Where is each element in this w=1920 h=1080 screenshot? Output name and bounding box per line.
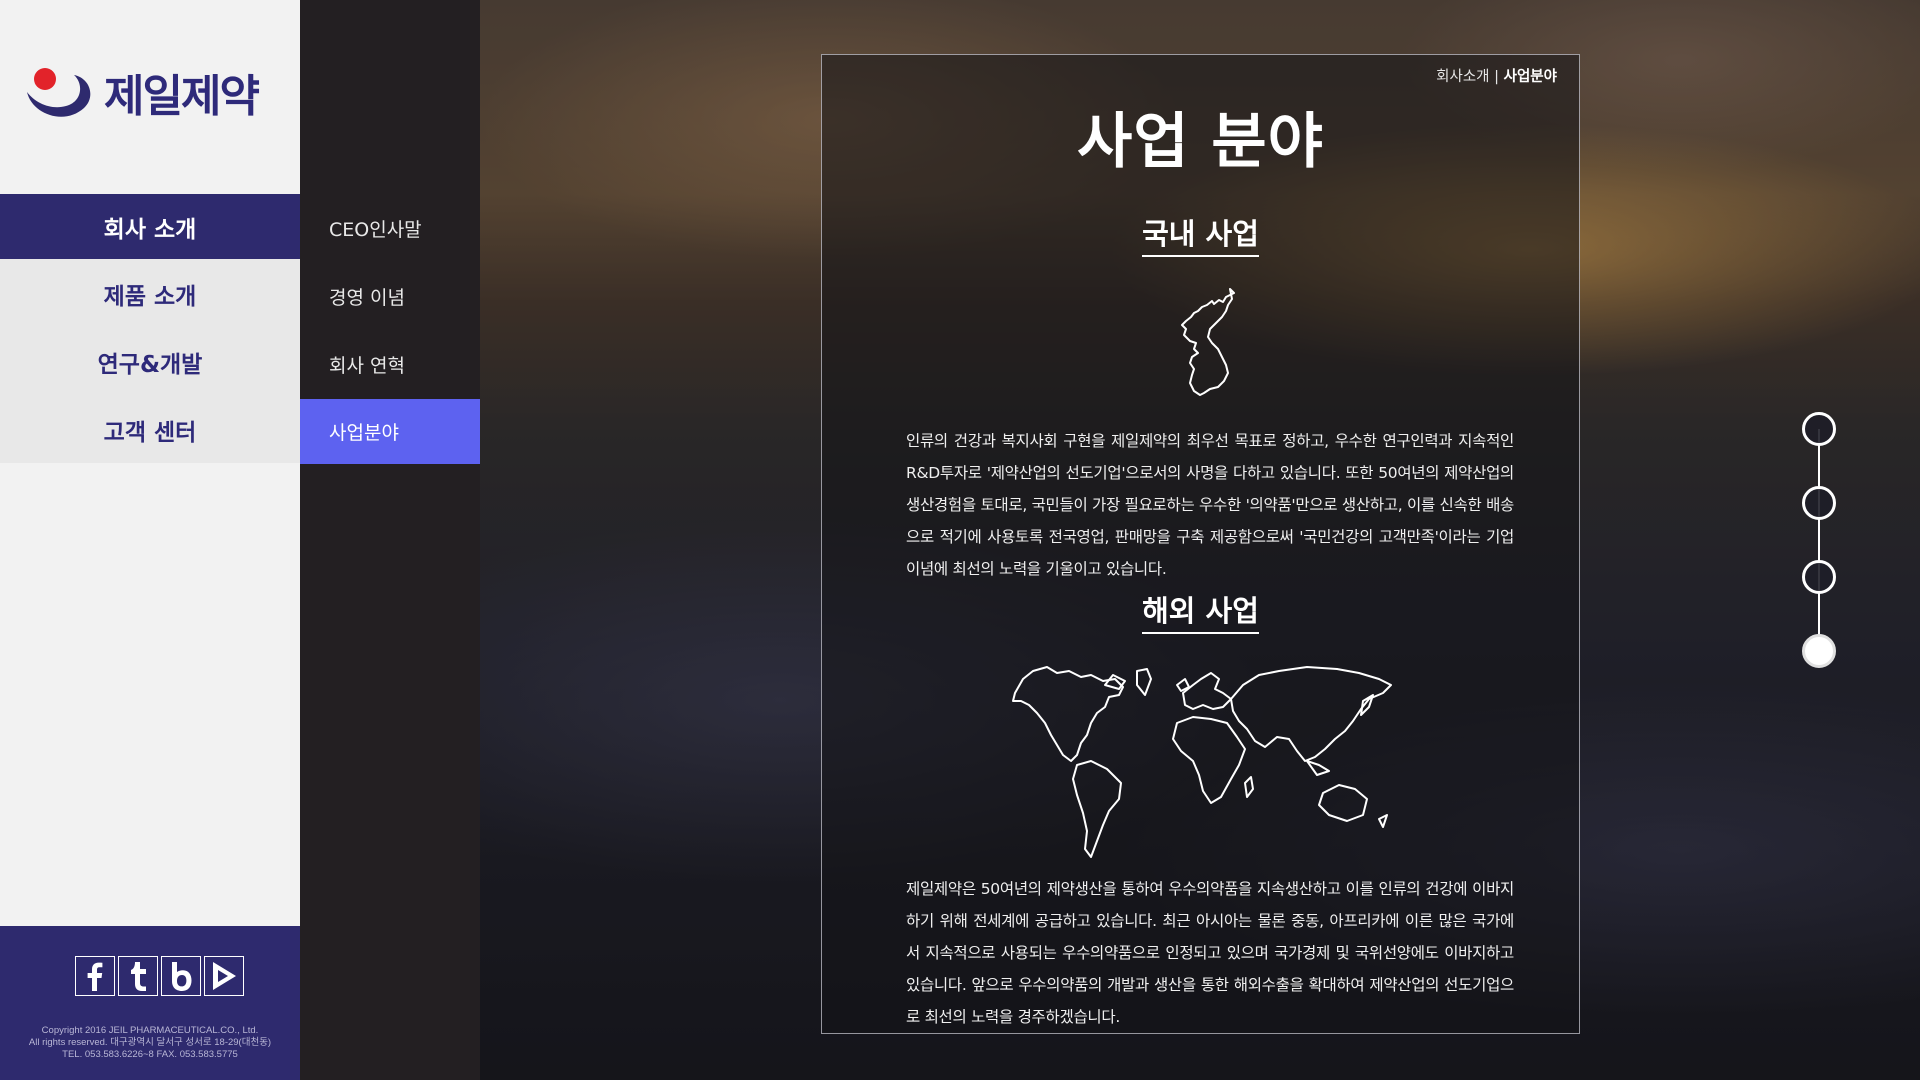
sub-nav: CEO인사말 경영 이념 회사 연혁 사업분야 xyxy=(300,194,480,464)
sub-nav-item-history[interactable]: 회사 연혁 xyxy=(300,330,480,398)
main-nav-item-support[interactable]: 고객 센터 xyxy=(0,396,300,463)
facebook-icon[interactable] xyxy=(75,956,115,996)
sub-nav-panel: CEO인사말 경영 이념 회사 연혁 사업분야 xyxy=(300,0,480,1080)
address-line: All rights reserved. 대구광역시 달서구 성서로 18-29… xyxy=(28,1037,272,1048)
korea-map-icon xyxy=(1181,288,1235,396)
domestic-description: 인류의 건강과 복지사회 구현을 제일제약의 최우선 목표로 정하고, 우수한 … xyxy=(906,432,1514,578)
indicator-line xyxy=(1818,429,1820,649)
breadcrumb-separator: | xyxy=(1489,69,1504,85)
contact-line: TEL. 053.583.6226~8 FAX. 053.583.5775 xyxy=(62,1049,238,1060)
logo-text: 제일제약 xyxy=(104,71,260,122)
blogger-icon[interactable] xyxy=(161,956,201,996)
copyright-line: Copyright 2016 JEIL PHARMACEUTICAL.CO., … xyxy=(41,1025,259,1036)
main-nav-item-products[interactable]: 제품 소개 xyxy=(0,260,300,327)
youtube-icon[interactable] xyxy=(204,956,244,996)
overseas-description: 제일제약은 50여년의 제약생산을 통하여 우수의약품을 지속생산하고 이를 인… xyxy=(906,880,1514,1026)
copyright-text: Copyright 2016 JEIL PHARMACEUTICAL.CO., … xyxy=(0,1025,300,1061)
overseas-title-text: 해외 사업 xyxy=(1142,588,1259,634)
sub-nav-item-business[interactable]: 사업분야 xyxy=(300,399,480,464)
world-map-icon xyxy=(1012,666,1392,858)
domestic-title-text: 국내 사업 xyxy=(1142,211,1259,257)
main-nav-item-company[interactable]: 회사 소개 xyxy=(0,194,300,259)
page-indicator xyxy=(1802,412,1836,668)
indicator-dot[interactable] xyxy=(1802,486,1836,520)
domestic-section-title: 국내 사업 xyxy=(822,211,1579,257)
social-links xyxy=(75,956,244,996)
page-title: 사업 분야 xyxy=(1077,107,1324,177)
sidebar-footer: Copyright 2016 JEIL PHARMACEUTICAL.CO., … xyxy=(0,926,300,1080)
main-nav-item-research[interactable]: 연구&개발 xyxy=(0,328,300,395)
breadcrumb-current: 사업분야 xyxy=(1503,69,1557,85)
indicator-dot[interactable] xyxy=(1802,412,1836,446)
tumblr-icon[interactable] xyxy=(118,956,158,996)
content-card: 회사소개 | 사업분야 사업 분야 국내 사업 인류의 건강과 복지사회 구현을… xyxy=(821,54,1580,1034)
main-nav: 회사 소개 제품 소개 연구&개발 고객 센터 xyxy=(0,194,300,463)
logo-mark-icon xyxy=(27,68,91,117)
breadcrumb-parent[interactable]: 회사소개 xyxy=(1436,69,1489,85)
company-logo[interactable]: 제일제약 xyxy=(24,62,260,122)
indicator-dot[interactable] xyxy=(1802,560,1836,594)
sub-nav-item-philosophy[interactable]: 경영 이념 xyxy=(300,262,480,330)
indicator-dot-active[interactable] xyxy=(1802,634,1836,668)
left-sidebar: 제일제약 회사 소개 제품 소개 연구&개발 고객 센터 Copyright 2… xyxy=(0,0,300,1080)
breadcrumb: 회사소개 | 사업분야 xyxy=(1436,65,1557,86)
sub-nav-item-ceo[interactable]: CEO인사말 xyxy=(300,194,480,262)
overseas-section-title: 해외 사업 xyxy=(822,588,1579,634)
